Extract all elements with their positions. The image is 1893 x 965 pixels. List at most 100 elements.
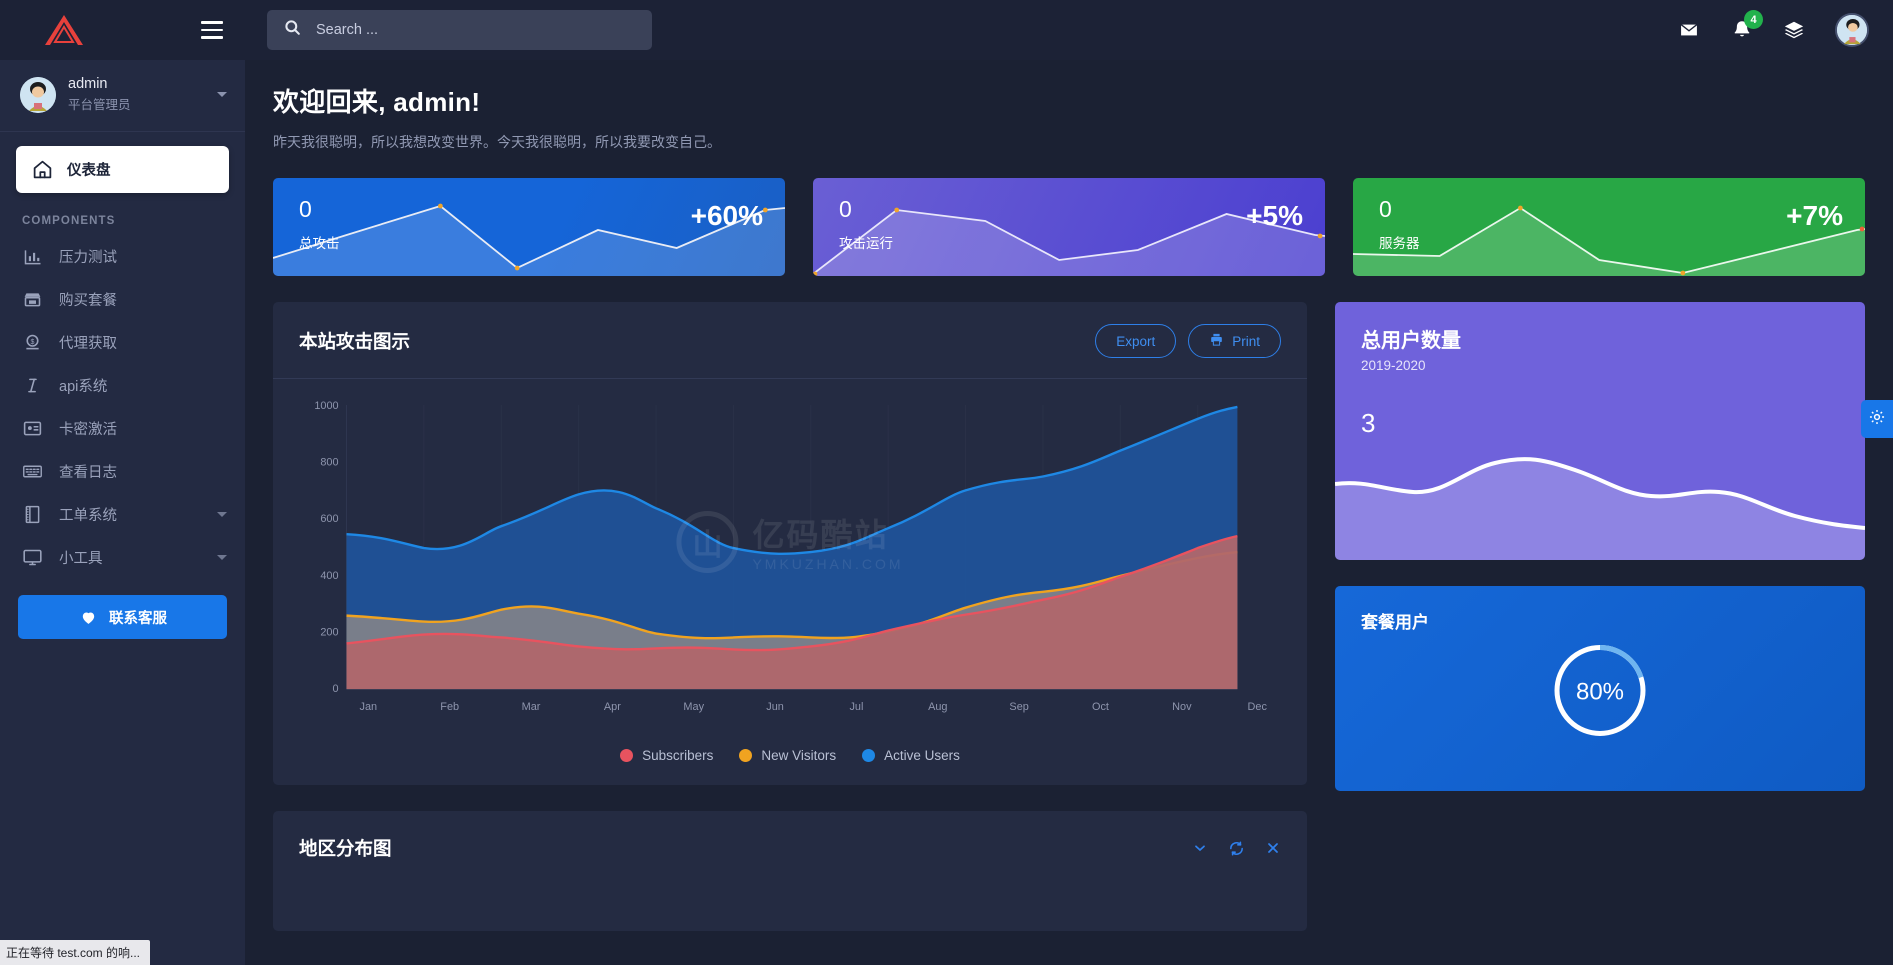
sidebar-item-tools[interactable]: 小工具: [0, 536, 245, 579]
sidebar-item-label: 压力测试: [59, 250, 117, 266]
sidebar-item-buy-package[interactable]: 购买套餐: [0, 278, 245, 321]
chevron-down-icon[interactable]: [217, 512, 227, 517]
avatar[interactable]: [1835, 13, 1869, 47]
stat-percent: +7%: [1786, 200, 1843, 231]
legend-color-dot: [862, 749, 876, 762]
gear-icon: [1868, 408, 1886, 431]
sidebar-item-card-activation[interactable]: 卡密激活: [0, 407, 245, 450]
stat-card-total-attacks[interactable]: 0 总攻击 +60%: [273, 178, 785, 276]
search-icon: [283, 18, 302, 42]
sidebar-item-label: 代理获取: [59, 336, 117, 352]
total-users-card[interactable]: 总用户数量 2019-2020 3: [1335, 302, 1865, 560]
bell-icon[interactable]: 4: [1731, 10, 1763, 41]
total-users-value: 3: [1361, 408, 1376, 438]
svg-text:Jul: Jul: [849, 701, 863, 713]
legend-item-subscribers[interactable]: Subscribers: [620, 748, 713, 763]
id-card-icon: [22, 418, 43, 439]
package-users-card[interactable]: 套餐用户 80%: [1335, 586, 1865, 791]
attack-area-chart[interactable]: 山 亿码酷站 YMKUZHAN.COM: [273, 379, 1307, 734]
mail-icon[interactable]: [1677, 20, 1701, 40]
stat-label: 服务器: [1379, 236, 1420, 251]
home-icon: [32, 159, 53, 180]
notification-badge: 4: [1744, 10, 1763, 29]
sidebar-item-label: 查看日志: [59, 465, 117, 481]
app-root: admin 平台管理员 仪表盘 COMPONENTS 压力测试 购买套餐 $ 代…: [0, 0, 1893, 965]
card-title: 套餐用户: [1361, 613, 1429, 632]
print-label: Print: [1232, 333, 1260, 349]
svg-text:1000: 1000: [314, 400, 338, 412]
sidebar-item-label: api系统: [59, 379, 108, 395]
contact-support-label: 联系客服: [109, 610, 167, 627]
svg-text:800: 800: [320, 457, 338, 469]
main-area: 4: [245, 0, 1893, 965]
svg-text:200: 200: [320, 626, 338, 638]
svg-text:Jun: Jun: [766, 701, 784, 713]
sidebar-item-dashboard[interactable]: 仪表盘: [16, 146, 229, 193]
collapse-chevron-icon[interactable]: [1192, 840, 1208, 856]
sidebar-user-block[interactable]: admin 平台管理员: [0, 60, 245, 132]
svg-text:$: $: [31, 339, 35, 346]
stat-value: 0: [1379, 196, 1392, 222]
left-column: 本站攻击图示 Export Print 亿码酷站 1000 800 600 40…: [273, 302, 1307, 931]
stat-card-running-attacks[interactable]: 0 攻击运行 +5%: [813, 178, 1325, 276]
search-input[interactable]: [316, 22, 636, 38]
sidebar-user-role: 平台管理员: [68, 98, 131, 112]
svg-text:May: May: [683, 701, 704, 713]
svg-text:600: 600: [320, 513, 338, 525]
sidebar-item-label: 小工具: [59, 551, 103, 567]
sidebar-item-ticket-system[interactable]: 工单系统: [0, 493, 245, 536]
sidebar-item-view-logs[interactable]: 查看日志: [0, 450, 245, 493]
sidebar-item-label: 工单系统: [59, 508, 117, 524]
package-donut: 80%: [1550, 640, 1650, 745]
legend-item-active-users[interactable]: Active Users: [862, 748, 960, 763]
region-card-actions: [1192, 840, 1281, 857]
export-button[interactable]: Export: [1095, 324, 1177, 358]
topbar-icons: 4: [1677, 10, 1869, 47]
stat-percent: +5%: [1246, 200, 1303, 231]
layers-icon[interactable]: [1783, 19, 1805, 41]
sidebar-item-api-system[interactable]: api系统: [0, 364, 245, 407]
svg-text:Jan: Jan: [360, 701, 378, 713]
attack-chart-header: 本站攻击图示 Export Print: [273, 302, 1307, 379]
printer-icon: [1209, 332, 1224, 350]
sidebar-toggle-button[interactable]: [197, 17, 227, 43]
sidebar-item-proxy-fetch[interactable]: $ 代理获取: [0, 321, 245, 364]
stat-card-servers[interactable]: 0 服务器 +7%: [1353, 178, 1865, 276]
lower-grid: 本站攻击图示 Export Print 亿码酷站 1000 800 600 40…: [273, 302, 1865, 931]
print-button[interactable]: Print: [1188, 324, 1281, 358]
sidebar: admin 平台管理员 仪表盘 COMPONENTS 压力测试 购买套餐 $ 代…: [0, 0, 245, 965]
chevron-down-icon[interactable]: [217, 555, 227, 560]
legend-color-dot: [620, 749, 634, 762]
sidebar-brand-row: [0, 0, 245, 60]
coin-dollar-icon: $: [22, 332, 43, 353]
svg-text:Aug: Aug: [928, 701, 947, 713]
chevron-down-icon[interactable]: [217, 92, 227, 97]
legend-label: Active Users: [884, 748, 960, 763]
keyboard-icon: [22, 461, 43, 482]
book-icon: [22, 504, 43, 525]
settings-tab-button[interactable]: [1861, 400, 1893, 438]
search-box[interactable]: [267, 10, 652, 50]
legend-item-new-visitors[interactable]: New Visitors: [739, 748, 836, 763]
chart-legend: Subscribers New Visitors Active Users: [273, 734, 1307, 785]
svg-text:Dec: Dec: [1248, 701, 1268, 713]
sidebar-item-stress-test[interactable]: 压力测试: [0, 235, 245, 278]
svg-text:Mar: Mar: [522, 701, 541, 713]
stat-value: 0: [299, 196, 312, 222]
sidebar-item-label: 购买套餐: [59, 293, 117, 309]
triangle-a-logo-icon[interactable]: [42, 13, 86, 47]
sidebar-user-name: admin: [68, 76, 108, 92]
svg-text:Apr: Apr: [604, 701, 621, 713]
legend-color-dot: [739, 749, 753, 762]
store-icon: [22, 289, 43, 310]
svg-text:Oct: Oct: [1092, 701, 1109, 713]
page-title: 欢迎回来, admin!: [273, 87, 481, 117]
close-icon[interactable]: [1265, 840, 1281, 856]
right-column: 总用户数量 2019-2020 3 套餐用户 80%: [1335, 302, 1865, 791]
contact-support-button[interactable]: 联系客服: [18, 595, 227, 639]
refresh-icon[interactable]: [1228, 840, 1245, 857]
sidebar-section-label: COMPONENTS: [22, 215, 116, 227]
region-card-header: 地区分布图: [273, 811, 1307, 885]
card-title: 本站攻击图示: [299, 331, 411, 352]
svg-text:400: 400: [320, 570, 338, 582]
